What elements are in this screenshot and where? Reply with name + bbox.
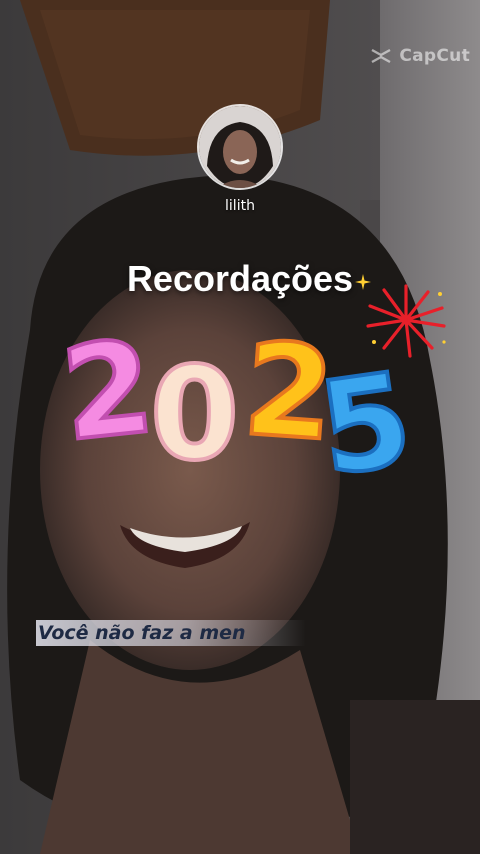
subtitle-caption: Você não faz a men	[36, 620, 306, 646]
capcut-watermark: CapCut	[369, 44, 470, 68]
watermark-text: CapCut	[399, 46, 470, 66]
year-digit-1: 2	[58, 318, 160, 470]
avatar-image	[199, 106, 281, 188]
username: lilith	[225, 198, 255, 214]
year-digit-2: 0	[150, 340, 239, 488]
profile-avatar[interactable]	[197, 104, 283, 190]
year-2025-graphic: 2 0 2 5	[58, 318, 422, 488]
video-frame: CapCut lilith Recordações 2 0 2 5 Você n…	[0, 0, 480, 854]
year-digit-4: 5	[311, 345, 420, 488]
capcut-logo-icon	[371, 48, 391, 64]
